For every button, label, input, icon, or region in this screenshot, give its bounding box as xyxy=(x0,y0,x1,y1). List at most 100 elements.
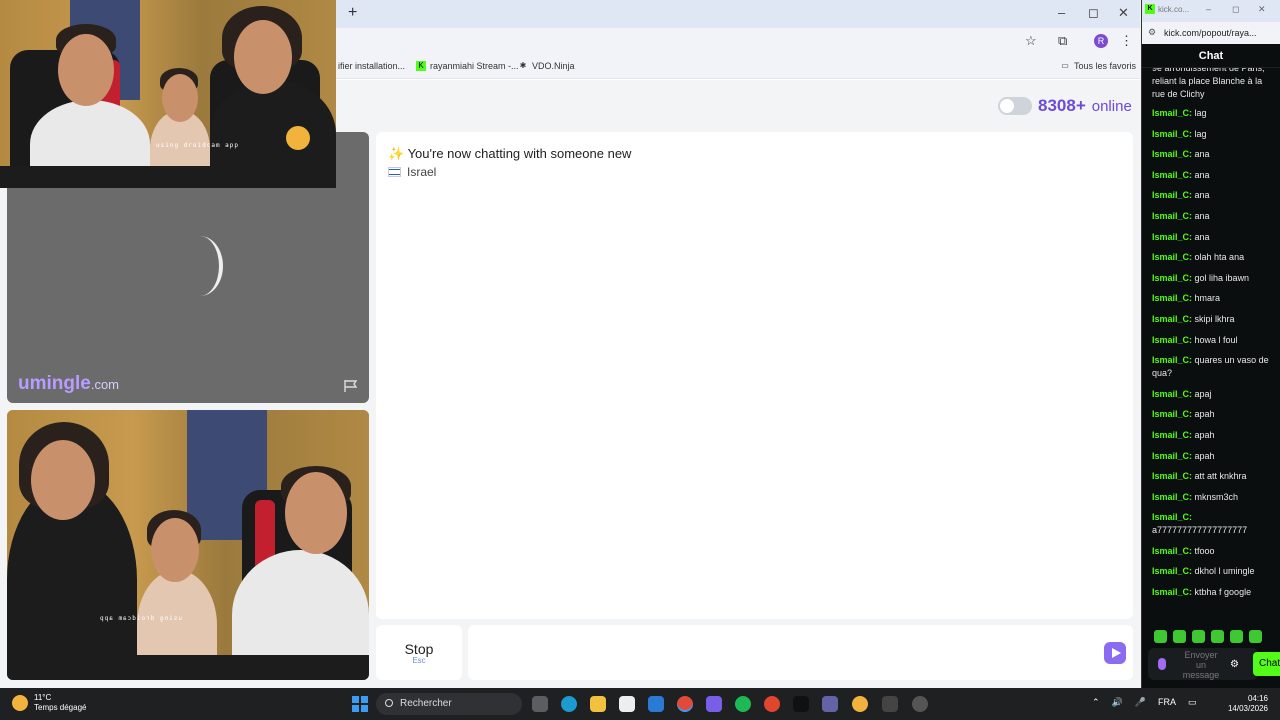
kick-message-text: ana xyxy=(1194,231,1210,242)
kick-message-text: a777777777777777777 xyxy=(1152,525,1248,536)
weather-widget[interactable]: 11°C Temps dégagé xyxy=(12,693,86,713)
system-tray: ⌃ 🔊 🎤 FRA ▭ xyxy=(1092,697,1197,708)
app-icon[interactable] xyxy=(852,696,868,712)
microphone-icon[interactable]: 🎤 xyxy=(1135,697,1146,708)
file-explorer-icon[interactable] xyxy=(590,696,606,712)
kick-message-text: ana xyxy=(1194,190,1210,201)
taskbar-search[interactable]: Rechercher xyxy=(376,693,522,715)
emote-icon[interactable] xyxy=(1211,630,1224,643)
kick-message-username[interactable]: Ismail_C xyxy=(1152,273,1189,283)
spotify-icon[interactable] xyxy=(735,696,751,712)
theme-toggle[interactable] xyxy=(998,97,1032,115)
microphone-icon[interactable] xyxy=(1158,658,1166,670)
kick-message-username[interactable]: Ismail_C xyxy=(1152,293,1189,303)
kick-message-username[interactable]: Ismail_C xyxy=(1152,471,1189,481)
kick-message-username[interactable]: Ismail_C xyxy=(1152,129,1189,139)
kick-message: Ismail_C: ktbha f google xyxy=(1152,587,1252,598)
bookmark-item[interactable]: ✱ VDO.Ninja xyxy=(518,61,575,71)
kick-message-username[interactable]: Ismail_C xyxy=(1152,587,1189,597)
bookmark-item[interactable]: ifier installation... xyxy=(338,61,405,71)
kick-message-username[interactable]: Ismail_C xyxy=(1152,252,1189,262)
kick-message-text: apah xyxy=(1194,409,1215,420)
kick-message-text: lag xyxy=(1194,128,1207,139)
kick-message-username[interactable]: Ismail_C xyxy=(1152,170,1189,180)
kick-message-username[interactable]: Ismail_C xyxy=(1152,566,1189,576)
teams-icon[interactable] xyxy=(822,696,838,712)
kick-message-username[interactable]: Ismail_C xyxy=(1152,335,1189,345)
chat-settings-icon[interactable]: ⚙ xyxy=(1230,659,1239,670)
kick-message-input[interactable]: Envoyer un message xyxy=(1148,648,1258,680)
app-icon[interactable] xyxy=(648,696,664,712)
partner-country: Israel xyxy=(388,165,436,179)
profile-avatar[interactable]: R xyxy=(1094,34,1108,48)
vdo-ninja-icon: ✱ xyxy=(519,61,527,70)
site-info-icon[interactable]: ⚙ xyxy=(1148,27,1156,38)
kick-message: Ismail_C: olah hta ana xyxy=(1152,252,1245,263)
report-flag-icon[interactable] xyxy=(343,379,359,393)
kick-chat-send-button[interactable]: Chat xyxy=(1253,652,1280,676)
language-indicator[interactable]: FRA xyxy=(1158,697,1176,708)
chrome-icon[interactable] xyxy=(677,696,693,712)
kick-message-username[interactable]: Ismail_C xyxy=(1152,232,1189,242)
kick-message-username[interactable]: Ismail_C xyxy=(1152,108,1189,118)
kick-message: Ismail_C: ana xyxy=(1152,190,1210,201)
message-input[interactable] xyxy=(468,625,1133,680)
bookmark-star-icon[interactable]: ☆ xyxy=(1025,33,1037,49)
minimize-button[interactable]: – xyxy=(1206,4,1211,14)
start-button[interactable] xyxy=(352,696,368,712)
kick-message: Ismail_C: skipi lkhra xyxy=(1152,313,1235,324)
kick-message-username[interactable]: Ismail_C xyxy=(1152,389,1189,399)
network-icon[interactable]: ▭ xyxy=(1188,697,1197,708)
kick-message-username[interactable]: Ismail_C xyxy=(1152,355,1189,365)
menu-icon[interactable]: ⋮ xyxy=(1120,33,1133,49)
task-view-icon[interactable] xyxy=(532,696,548,712)
close-button[interactable]: ✕ xyxy=(1118,5,1129,21)
kick-address-bar[interactable]: ⚙ kick.com/popout/raya... xyxy=(1142,22,1280,44)
kick-message-username[interactable]: Ismail_C xyxy=(1152,211,1189,221)
maximize-button[interactable]: ◻ xyxy=(1088,5,1099,21)
emote-icon[interactable] xyxy=(1230,630,1243,643)
kick-message-text: skipi lkhra xyxy=(1194,313,1235,324)
edge-icon[interactable] xyxy=(561,696,577,712)
kick-message: Ismail_C: quares un vaso de qua? xyxy=(1152,355,1269,379)
close-button[interactable]: ✕ xyxy=(1258,4,1266,15)
maximize-button[interactable]: ◻ xyxy=(1232,4,1239,15)
kick-message-username[interactable]: Ismail_C xyxy=(1152,149,1189,159)
kick-message: Ismail_C: apah xyxy=(1152,409,1215,420)
minimize-button[interactable]: – xyxy=(1058,5,1065,20)
kick-message-text: gol liha ibawn xyxy=(1194,272,1250,283)
kick-message-username[interactable]: Ismail_C xyxy=(1152,546,1189,556)
kick-message: Ismail_C: a777777777777777777 xyxy=(1152,512,1248,536)
kick-message-username[interactable]: Ismail_C xyxy=(1152,314,1189,324)
kick-message-username[interactable]: Ismail_C xyxy=(1152,512,1189,522)
extensions-icon[interactable]: ⧉ xyxy=(1058,33,1067,49)
app-icon[interactable] xyxy=(706,696,722,712)
app-icon[interactable] xyxy=(764,696,780,712)
new-tab-button[interactable]: + xyxy=(348,4,357,22)
kick-message-username[interactable]: Ismail_C xyxy=(1152,409,1189,419)
kick-message-username[interactable]: Ismail_C xyxy=(1152,451,1189,461)
volume-icon[interactable]: 🔊 xyxy=(1112,697,1123,708)
windows-taskbar: 11°C Temps dégagé Rechercher ⌃ 🔊 🎤 FRA ▭… xyxy=(0,688,1280,720)
emote-icon[interactable] xyxy=(1192,630,1205,643)
chevron-up-icon[interactable]: ⌃ xyxy=(1092,697,1100,708)
send-button[interactable] xyxy=(1104,642,1126,664)
app-icon[interactable] xyxy=(912,696,928,712)
kick-message-username[interactable]: Ismail_C xyxy=(1152,430,1189,440)
kick-message-username[interactable]: Ismail_C xyxy=(1152,492,1189,502)
bookmarks-bar: ifier installation... Krayanmiahi Stream… xyxy=(336,55,1140,79)
tiktok-icon[interactable] xyxy=(793,696,809,712)
stop-button[interactable]: Stop Esc xyxy=(376,625,462,680)
weather-icon xyxy=(12,695,28,711)
all-bookmarks[interactable]: ▭ Tous les favoris xyxy=(1060,61,1136,71)
person-face xyxy=(234,20,292,94)
keyboard xyxy=(7,655,369,680)
app-icon[interactable] xyxy=(882,696,898,712)
kick-message-username[interactable]: Ismail_C xyxy=(1152,190,1189,200)
clock[interactable]: 04:16 14/03/2026 xyxy=(1224,694,1268,714)
emote-icon[interactable] xyxy=(1154,630,1167,643)
emote-icon[interactable] xyxy=(1249,630,1262,643)
calculator-icon[interactable] xyxy=(619,696,635,712)
emote-icon[interactable] xyxy=(1173,630,1186,643)
bookmark-item[interactable]: Krayanmiahi Stream -... xyxy=(416,61,519,71)
